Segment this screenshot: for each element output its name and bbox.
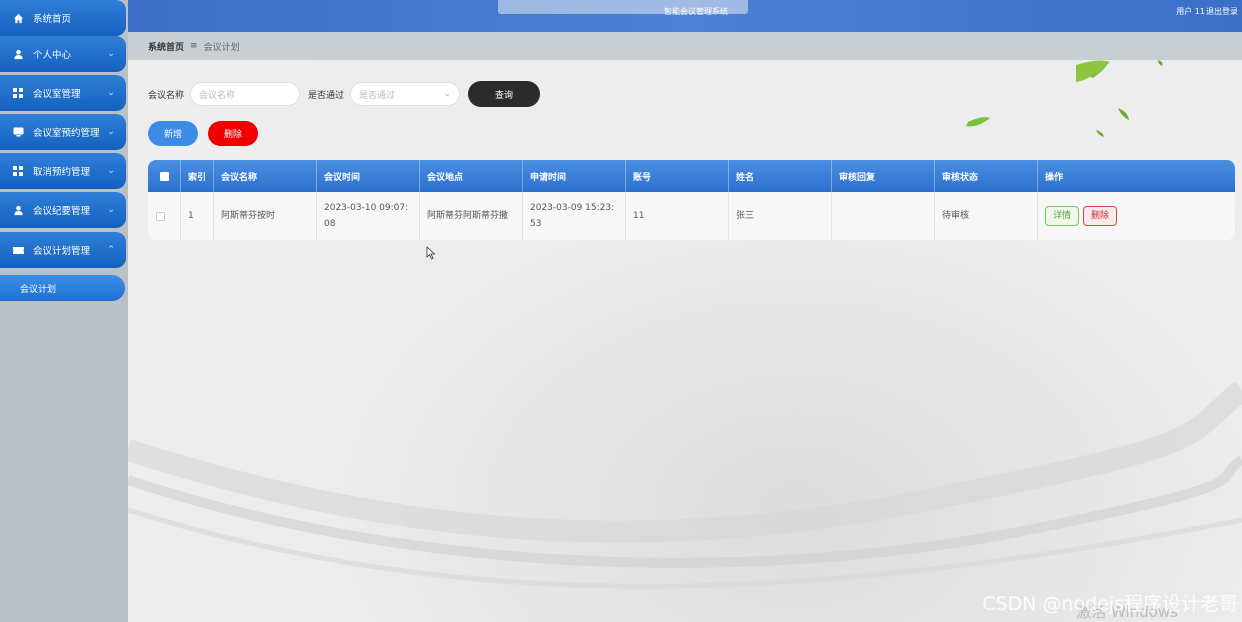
search-bar: 会议名称 会议名称 是否通过 是否通过 ⌄ 查询 [148,81,541,107]
cell-person: 张三 [729,192,832,240]
row-checkbox[interactable] [156,211,165,221]
detail-button[interactable]: 详情 [1045,206,1079,226]
header-person: 姓名 [729,160,832,192]
table-row: 1 阿斯蒂芬按时 2023-03-10 09:07:08 阿斯蒂芬阿斯蒂芬撒 2… [148,192,1235,240]
select-all-cell [148,160,181,192]
header-account: 账号 [626,160,729,192]
monitor-icon [12,126,24,138]
row-select-cell [148,192,181,240]
sidebar-item-minutes[interactable]: 会议纪要管理 ⌄ [0,192,126,228]
user-icon [12,204,24,216]
delete-button[interactable]: 删除 [208,121,258,146]
cell-apply-time: 2023-03-09 15:23:53 [523,192,626,240]
cell-location: 阿斯蒂芬阿斯蒂芬撒 [420,192,523,240]
mouse-cursor-icon [426,246,436,260]
app-title: 智能会议管理系统 [664,7,728,16]
header-time: 会议时间 [317,160,420,192]
sidebar-item-room[interactable]: 会议室管理 ⌄ [0,75,126,111]
sidebar-item-booking[interactable]: 会议室预约管理 ⌄ [0,114,126,150]
chevron-down-icon: ⌄ [107,49,115,59]
cell-account: 11 [626,192,729,240]
ticket-icon [12,244,24,256]
chevron-down-icon: ⌄ [107,127,115,137]
meeting-name-input[interactable]: 会议名称 [190,82,301,106]
sidebar-item-label: 会议纪要管理 [33,206,91,217]
cell-index: 1 [181,192,214,240]
breadcrumb-separator: ≡ [190,41,198,51]
pass-status-label: 是否通过 [308,90,345,101]
main-content: 会议名称 会议名称 是否通过 是否通过 ⌄ 查询 新增 删除 索引 会议名称 会… [128,60,1242,622]
select-all-checkbox[interactable] [159,171,169,181]
logout-link[interactable]: 退出登录 [1206,6,1238,17]
add-button[interactable]: 新增 [148,121,198,146]
sidebar-item-cancel[interactable]: 取消预约管理 ⌄ [0,153,126,189]
meeting-plan-table: 索引 会议名称 会议时间 会议地点 申请时间 账号 姓名 审核回复 审核状态 操… [148,160,1235,240]
meeting-name-label: 会议名称 [148,90,185,101]
header-actions: 操作 [1045,172,1064,183]
table-header: 索引 会议名称 会议时间 会议地点 申请时间 账号 姓名 审核回复 审核状态 操… [148,160,1235,192]
user-name: 用户 11 [1176,7,1205,16]
header-status: 审核状态 [935,160,1038,192]
grid-icon [12,165,24,177]
pass-status-placeholder: 是否通过 [359,90,396,101]
home-icon [12,12,24,24]
chevron-down-icon: ⌄ [107,166,115,176]
breadcrumb-current: 会议计划 [203,42,240,53]
sidebar-item-label: 个人中心 [33,50,72,61]
sidebar: 系统首页 个人中心 ⌄ 会议室管理 ⌄ 会议室预约管理 ⌄ 取消预约管理 ⌄ 会… [0,0,128,622]
cell-status: 待审核 [935,192,1038,240]
sidebar-item-plan[interactable]: 会议计划管理 ⌃ [0,232,126,268]
cell-reply [832,192,935,240]
chevron-down-icon: ⌄ [107,88,115,98]
sidebar-item-personal[interactable]: 个人中心 ⌄ [0,36,126,72]
header-index: 索引 [181,160,214,192]
cell-name: 阿斯蒂芬按时 [214,192,317,240]
user-icon [12,48,24,60]
sidebar-item-home[interactable]: 系统首页 [0,0,126,36]
background-decoration [128,60,1242,589]
sidebar-item-label: 会议室预约管理 [33,128,100,139]
breadcrumb-home[interactable]: 系统首页 [148,40,184,53]
sidebar-item-label: 取消预约管理 [33,167,91,178]
header-name: 会议名称 [214,160,317,192]
chevron-down-icon: ⌄ [107,205,115,215]
query-button[interactable]: 查询 [468,81,541,107]
chevron-up-icon: ⌃ [107,245,115,255]
top-bar: 智能会议管理系统 用户 11 退出登录 [128,0,1242,32]
chevron-down-icon: ⌄ [443,89,452,99]
sidebar-subitem-plan[interactable]: 会议计划 [0,275,125,301]
sidebar-item-label: 会议室管理 [33,89,81,100]
row-delete-button[interactable]: 删除 [1083,206,1117,226]
breadcrumb: 系统首页 ≡ 会议计划 [128,32,1242,60]
table-body: 1 阿斯蒂芬按时 2023-03-10 09:07:08 阿斯蒂芬阿斯蒂芬撒 2… [148,192,1235,240]
csdn-watermark: CSDN @nodejs程序设计老哥 [982,593,1238,615]
sidebar-item-label: 会议计划管理 [33,246,91,257]
header-location: 会议地点 [420,160,523,192]
header-reply: 审核回复 [832,160,935,192]
header-apply-time: 申请时间 [523,160,626,192]
sidebar-item-label: 系统首页 [33,14,72,25]
cell-actions: 详情 删除 [1038,192,1235,240]
grid-icon [12,87,24,99]
pass-status-select[interactable]: 是否通过 ⌄ [350,82,461,106]
cell-time: 2023-03-10 09:07:08 [317,192,420,240]
